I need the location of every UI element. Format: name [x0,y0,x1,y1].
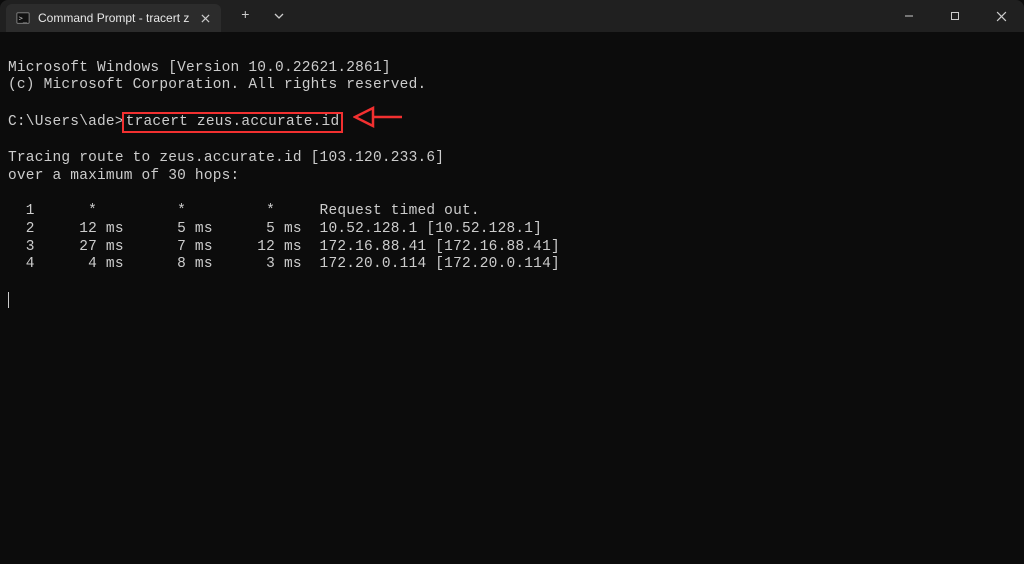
minimize-icon [904,11,914,21]
prompt-prefix: C:\Users\ade> [8,114,124,130]
tab-close-button[interactable] [197,10,213,26]
version-line: Microsoft Windows [Version 10.0.22621.28… [8,60,391,76]
command-highlight: tracert zeus.accurate.id [122,112,344,134]
command-text: tracert zeus.accurate.id [126,114,340,130]
hops-list: 1 * * * Request timed out. 2 12 ms 5 ms … [8,203,560,272]
tab-title: Command Prompt - tracert z [38,11,189,25]
svg-text:>_: >_ [19,15,28,23]
close-window-button[interactable] [978,0,1024,32]
plus-icon: + [241,8,249,24]
close-icon [996,11,1007,22]
maximize-icon [950,11,960,21]
tab-dropdown-button[interactable] [265,4,293,28]
trace-subheader: over a maximum of 30 hops: [8,168,239,184]
chevron-down-icon [274,13,284,19]
maximize-button[interactable] [932,0,978,32]
new-tab-button[interactable]: + [231,4,259,28]
trace-header: Tracing route to zeus.accurate.id [103.1… [8,150,444,166]
terminal-output[interactable]: Microsoft Windows [Version 10.0.22621.28… [0,32,1024,337]
cmd-icon: >_ [16,11,30,25]
cursor [8,292,16,308]
minimize-button[interactable] [886,0,932,32]
title-bar: >_ Command Prompt - tracert z + [0,0,1024,32]
annotation-arrow [335,86,403,136]
tab-command-prompt[interactable]: >_ Command Prompt - tracert z [6,4,221,32]
window-controls [886,0,1024,32]
title-bar-drag-area[interactable] [303,0,886,32]
tab-actions: + [221,0,303,32]
